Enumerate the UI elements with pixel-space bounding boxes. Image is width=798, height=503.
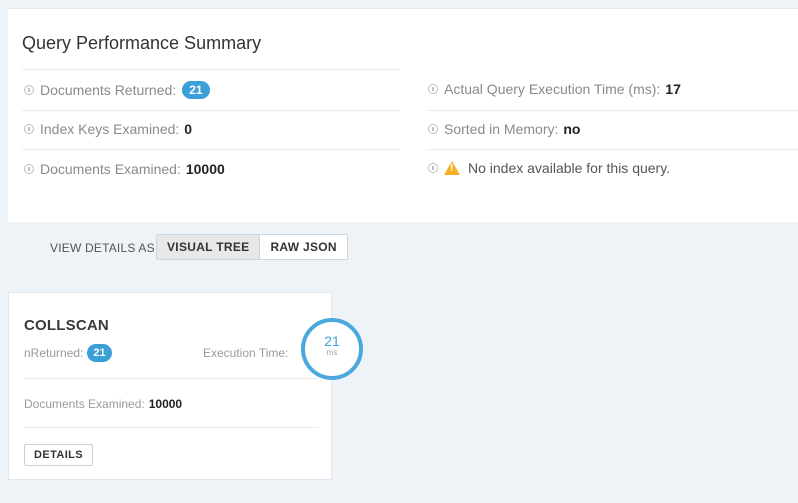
divider bbox=[24, 427, 319, 428]
divider bbox=[22, 149, 400, 150]
index-keys-label: Index Keys Examined: bbox=[40, 121, 180, 137]
nreturned-row: nReturned: 21 bbox=[24, 344, 112, 362]
divider bbox=[426, 110, 798, 111]
info-icon[interactable] bbox=[428, 124, 438, 134]
stage-documents-examined-row: Documents Examined: 10000 bbox=[24, 397, 182, 411]
summary-title: Query Performance Summary bbox=[22, 33, 262, 53]
details-button[interactable]: DETAILS bbox=[24, 444, 94, 466]
divider bbox=[22, 110, 400, 111]
stage-card: COLLSCAN nReturned: 21 Execution Time: D… bbox=[8, 292, 332, 480]
execution-time-gauge: 21 ms bbox=[301, 318, 363, 380]
view-details-label: VIEW DETAILS AS bbox=[50, 241, 155, 255]
documents-returned-label: Documents Returned: bbox=[40, 82, 177, 98]
execution-time-row: Execution Time: bbox=[203, 346, 288, 360]
query-performance-summary: Query Performance Summary Documents Retu… bbox=[8, 8, 798, 222]
execution-time-label: Actual Query Execution Time (ms): bbox=[444, 81, 661, 97]
warning-icon bbox=[444, 161, 460, 175]
index-keys-value: 0 bbox=[184, 121, 193, 137]
visual-tree-button[interactable]: VISUAL TREE bbox=[157, 235, 261, 259]
index-warning: No index available for this query. bbox=[428, 160, 670, 176]
warning-text: No index available for this query. bbox=[468, 160, 671, 176]
info-icon[interactable] bbox=[24, 85, 34, 95]
index-keys-metric: Index Keys Examined: 0 bbox=[24, 121, 192, 137]
stage-execution-time-label: Execution Time: bbox=[203, 346, 289, 360]
execution-time-unit: ms bbox=[326, 348, 338, 357]
nreturned-label: nReturned: bbox=[24, 346, 84, 360]
documents-examined-label: Documents Examined: bbox=[40, 161, 181, 177]
stage-documents-examined-label: Documents Examined: bbox=[24, 397, 145, 411]
info-icon[interactable] bbox=[428, 163, 438, 173]
sorted-in-memory-value: no bbox=[563, 121, 581, 137]
execution-time-number: 21 bbox=[324, 333, 340, 349]
divider bbox=[24, 378, 319, 379]
stage-documents-examined-value: 10000 bbox=[148, 397, 183, 411]
sorted-in-memory-label: Sorted in Memory: bbox=[444, 121, 559, 137]
documents-returned-metric: Documents Returned: 21 bbox=[24, 81, 210, 99]
sorted-in-memory-metric: Sorted in Memory: no bbox=[428, 121, 580, 137]
view-toggle: VISUAL TREE RAW JSON bbox=[156, 234, 348, 260]
execution-time-metric: Actual Query Execution Time (ms): 17 bbox=[428, 81, 681, 97]
execution-time-value: 17 bbox=[665, 81, 681, 97]
documents-examined-metric: Documents Examined: 10000 bbox=[24, 161, 225, 177]
nreturned-badge: 21 bbox=[87, 344, 112, 362]
divider bbox=[22, 69, 400, 70]
info-icon[interactable] bbox=[428, 84, 438, 94]
info-icon[interactable] bbox=[24, 164, 34, 174]
stage-title: COLLSCAN bbox=[24, 317, 109, 334]
divider bbox=[426, 149, 798, 150]
documents-returned-badge: 21 bbox=[182, 81, 210, 99]
documents-examined-value: 10000 bbox=[185, 161, 225, 177]
raw-json-button[interactable]: RAW JSON bbox=[260, 235, 347, 259]
info-icon[interactable] bbox=[24, 124, 34, 134]
